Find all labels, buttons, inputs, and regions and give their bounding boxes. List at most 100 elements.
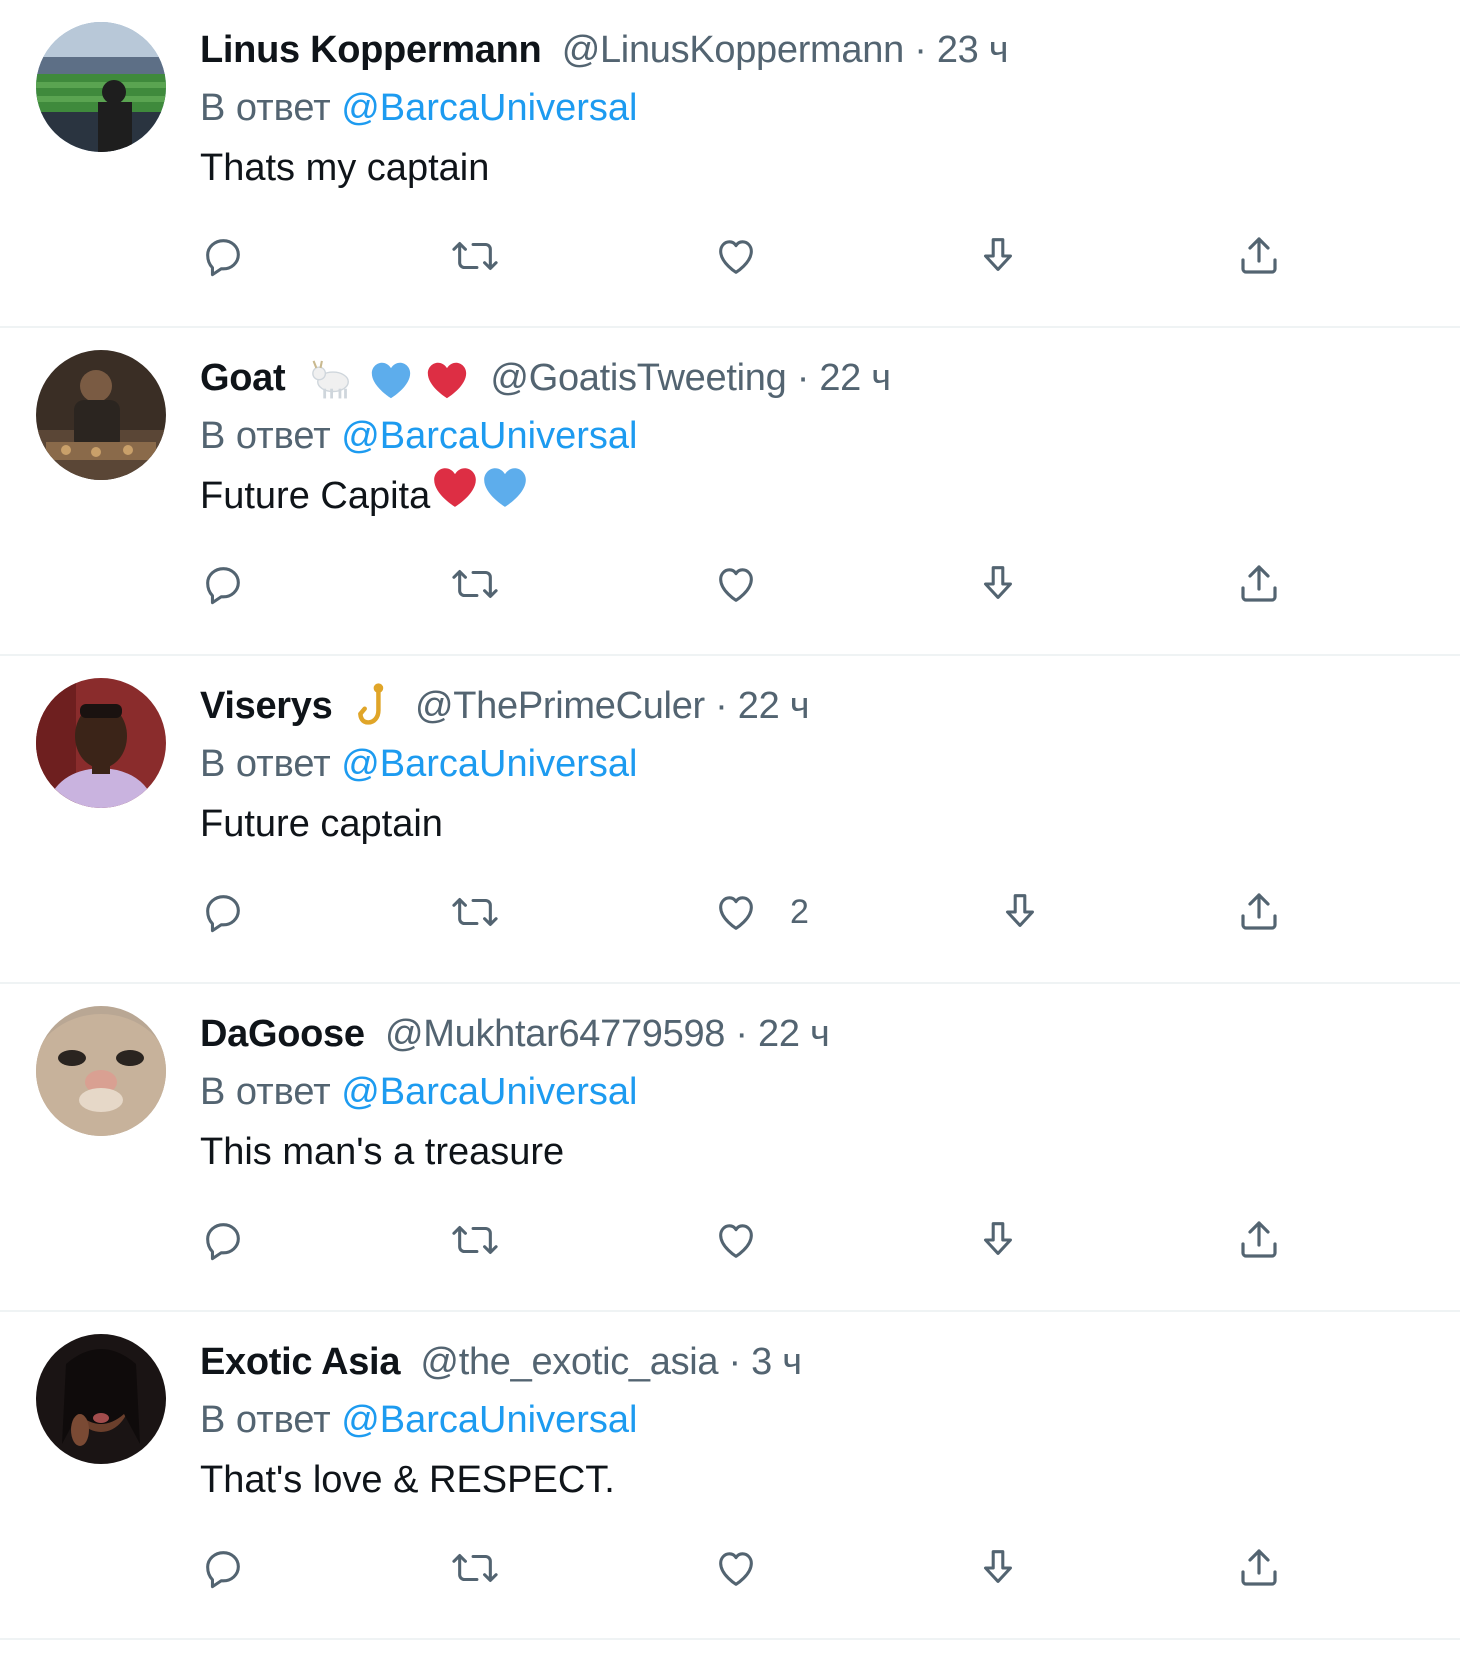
avatar[interactable]: [36, 678, 166, 808]
user-handle[interactable]: @GoatisTweeting: [490, 357, 786, 399]
bookmark-button[interactable]: [975, 1212, 1021, 1268]
like-button[interactable]: [712, 1540, 760, 1596]
separator-dot: ·: [728, 1341, 742, 1383]
display-name[interactable]: Viserys: [200, 685, 333, 727]
bookmark-button[interactable]: [997, 884, 1043, 940]
avatar[interactable]: [36, 1006, 166, 1136]
reply-context: В ответ @BarcaUniversal: [200, 80, 637, 136]
timestamp[interactable]: 22 ч: [819, 357, 891, 399]
tweet[interactable]: DaGoose @Mukhtar64779598 · 22 ч В ответ …: [0, 984, 1460, 1312]
timestamp[interactable]: 3 ч: [751, 1341, 802, 1383]
bookmark-icon: [997, 889, 1043, 935]
share-button[interactable]: [1235, 228, 1283, 284]
reply-context: В ответ @BarcaUniversal: [200, 1064, 637, 1120]
share-button[interactable]: [1235, 1540, 1283, 1596]
retweet-button[interactable]: [450, 884, 500, 940]
retweet-button[interactable]: [450, 1212, 500, 1268]
share-icon: [1235, 560, 1283, 608]
like-button[interactable]: 2: [712, 884, 809, 940]
bookmark-button[interactable]: [975, 1540, 1021, 1596]
like-button[interactable]: [712, 228, 760, 284]
reply-button[interactable]: [200, 1540, 246, 1596]
bookmark-icon: [975, 1217, 1021, 1263]
user-handle[interactable]: @ThePrimeCuler: [415, 685, 705, 727]
user-handle[interactable]: @Mukhtar64779598: [385, 1013, 725, 1055]
tweet-actions: 2: [200, 884, 1360, 940]
retweet-icon: [450, 1545, 500, 1591]
separator-dot: ·: [715, 685, 728, 727]
tweet-text-content: Future captain: [200, 803, 443, 845]
reply-prefix: В ответ: [200, 1399, 331, 1441]
bookmark-icon: [975, 233, 1021, 279]
display-name[interactable]: Exotic Asia: [200, 1341, 400, 1383]
bookmark-button[interactable]: [975, 556, 1021, 612]
blue-heart-emoji: [480, 463, 530, 525]
reply-context: В ответ @BarcaUniversal: [200, 408, 637, 464]
reply-mention-link[interactable]: @BarcaUniversal: [341, 415, 637, 457]
display-name[interactable]: DaGoose: [200, 1013, 365, 1055]
reply-icon: [200, 233, 246, 279]
like-icon: [712, 889, 760, 935]
timestamp[interactable]: 22 ч: [758, 1013, 830, 1055]
retweet-icon: [450, 561, 500, 607]
user-handle[interactable]: @LinusKoppermann: [562, 29, 905, 71]
reply-mention-link[interactable]: @BarcaUniversal: [341, 1071, 637, 1113]
bookmark-icon: [975, 561, 1021, 607]
reply-mention-link[interactable]: @BarcaUniversal: [341, 1399, 637, 1441]
tweet[interactable]: Viserys @ThePrimeCuler · 22 ч В ответ @B…: [0, 656, 1460, 984]
like-icon: [712, 1217, 760, 1263]
display-name[interactable]: Linus Koppermann: [200, 29, 542, 71]
like-button[interactable]: [712, 556, 760, 612]
tweet-actions: [200, 228, 1360, 284]
avatar[interactable]: [36, 22, 166, 152]
tweet-text-content: That's love & RESPECT.: [200, 1459, 615, 1501]
tweet-header: DaGoose @Mukhtar64779598 · 22 ч: [200, 1006, 830, 1062]
share-icon: [1235, 232, 1283, 280]
bookmark-icon: [975, 1545, 1021, 1591]
tweet-text: Thats my captain: [200, 140, 489, 196]
timestamp[interactable]: 22 ч: [738, 685, 810, 727]
tweet[interactable]: Exotic Asia @the_exotic_asia · 3 ч В отв…: [0, 1312, 1460, 1640]
reply-prefix: В ответ: [200, 1071, 331, 1113]
share-icon: [1235, 1544, 1283, 1592]
tweet[interactable]: Linus Koppermann @LinusKoppermann · 23 ч…: [0, 0, 1460, 328]
bookmark-button[interactable]: [975, 228, 1021, 284]
retweet-button[interactable]: [450, 1540, 500, 1596]
reply-button[interactable]: [200, 228, 246, 284]
tweet-text: Future Capita: [200, 468, 530, 524]
user-handle[interactable]: @the_exotic_asia: [420, 1341, 718, 1383]
display-name[interactable]: Goat: [200, 357, 286, 399]
tweet-header: Goat @GoatisTweeting · 22 ч: [200, 350, 891, 406]
retweet-button[interactable]: [450, 556, 500, 612]
blue-heart-emoji: [368, 356, 424, 399]
red-heart-emoji: [430, 463, 480, 525]
tweet-text-content: This man's a treasure: [200, 1131, 565, 1173]
share-button[interactable]: [1235, 556, 1283, 612]
like-button[interactable]: [712, 1212, 760, 1268]
like-icon: [712, 561, 760, 607]
tweet-header: Exotic Asia @the_exotic_asia · 3 ч: [200, 1334, 802, 1390]
reply-button[interactable]: [200, 556, 246, 612]
retweet-icon: [450, 889, 500, 935]
reply-prefix: В ответ: [200, 415, 331, 457]
reply-button[interactable]: [200, 884, 246, 940]
avatar[interactable]: [36, 350, 166, 480]
retweet-icon: [450, 1217, 500, 1263]
reply-mention-link[interactable]: @BarcaUniversal: [341, 743, 637, 785]
share-button[interactable]: [1235, 884, 1283, 940]
name-emojis: [355, 677, 395, 733]
tweet-header: Viserys @ThePrimeCuler · 22 ч: [200, 677, 810, 734]
reply-icon: [200, 1217, 246, 1263]
timestamp[interactable]: 23 ч: [937, 29, 1009, 71]
reply-prefix: В ответ: [200, 87, 331, 129]
avatar[interactable]: [36, 1334, 166, 1464]
reply-prefix: В ответ: [200, 743, 331, 785]
tweet[interactable]: Goat @GoatisTweeting · 22 ч В ответ @Bar…: [0, 328, 1460, 656]
tweet-text: This man's a treasure: [200, 1124, 564, 1180]
reply-context: В ответ @BarcaUniversal: [200, 736, 637, 792]
share-button[interactable]: [1235, 1212, 1283, 1268]
separator-dot: ·: [914, 29, 927, 71]
reply-button[interactable]: [200, 1212, 246, 1268]
retweet-button[interactable]: [450, 228, 500, 284]
reply-mention-link[interactable]: @BarcaUniversal: [341, 87, 637, 129]
